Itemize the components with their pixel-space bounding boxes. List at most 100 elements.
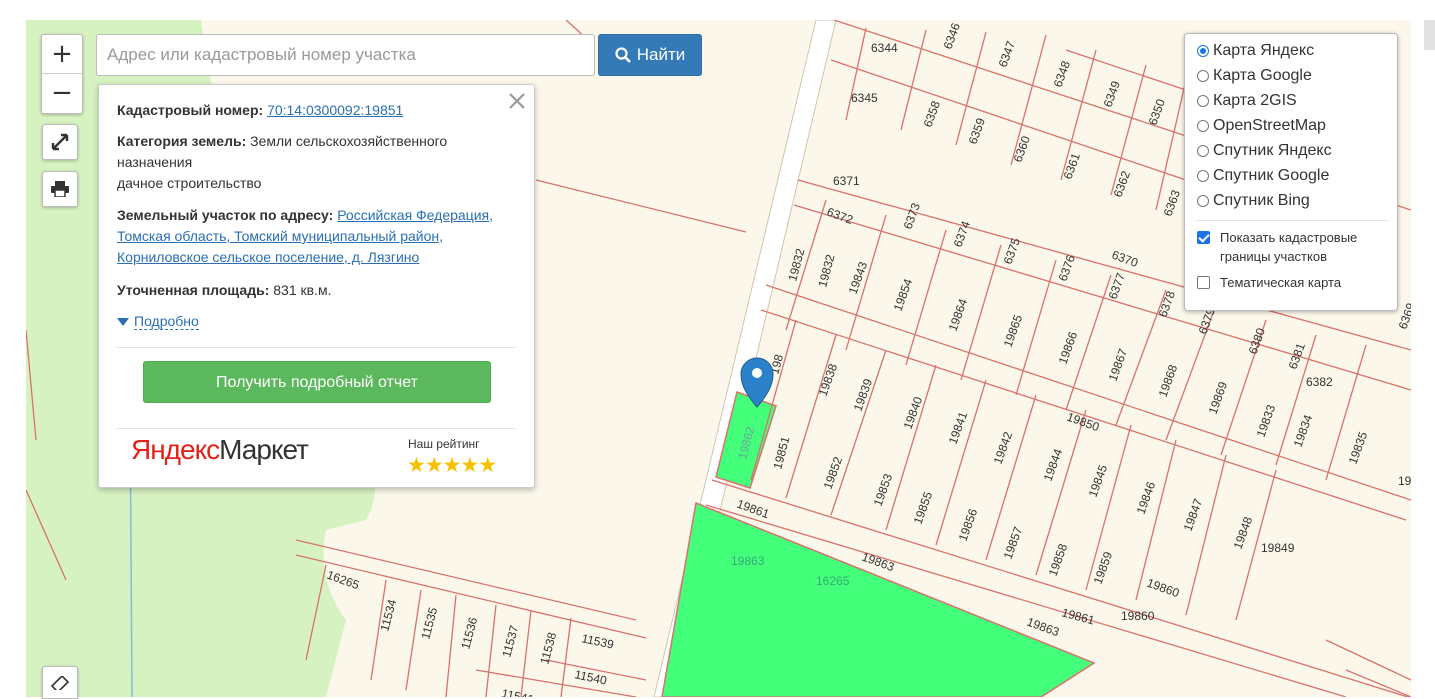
parcel-label: 19836 (1398, 474, 1411, 488)
parcel-label: 19838 (816, 362, 841, 398)
parcel-label: 6380 (1246, 326, 1268, 356)
layer-google-satellite[interactable]: Спутник Google (1197, 165, 1329, 187)
radio-button[interactable] (1197, 45, 1209, 57)
zoom-out-button[interactable]: − (42, 74, 82, 112)
parcel-label: 19844 (1041, 447, 1066, 483)
parcel-label: 6346 (941, 21, 963, 51)
parcel-label: 16265 (816, 574, 850, 588)
radio-button[interactable] (1197, 95, 1209, 107)
search-button[interactable]: Найти (598, 34, 702, 76)
parcel-label: 11538 (537, 630, 559, 665)
map-layers-panel: Карта Яндекс Карта Google Карта 2GIS Ope… (1184, 33, 1398, 311)
divider (117, 347, 516, 348)
triangle-down-icon (117, 317, 129, 326)
expand-icon (51, 133, 69, 151)
layer-yandex-satellite[interactable]: Спутник Яндекс (1197, 140, 1332, 162)
land-use-value: дачное строительство (117, 175, 262, 191)
parcel-label: 6348 (1051, 59, 1073, 89)
search-icon (615, 47, 631, 63)
radio-button[interactable] (1197, 170, 1209, 182)
cadastral-number-link[interactable]: 70:14:0300092:19851 (267, 102, 403, 118)
parcel-label: 19835 (1346, 430, 1371, 466)
parcel-label: 19849 (1261, 541, 1295, 555)
layer-2gis-map[interactable]: Карта 2GIS (1197, 90, 1297, 112)
parcel-label: 19867 (1106, 347, 1131, 383)
scrollbar-thumb[interactable] (1424, 20, 1435, 50)
parcel-label: 19859 (1091, 550, 1116, 586)
area-value: 831 кв.м. (273, 282, 332, 298)
parcel-label: 19858 (1046, 542, 1071, 578)
parcel-label: 19843 (846, 260, 871, 296)
parcel-label: 6360 (1011, 134, 1033, 164)
details-link[interactable]: Подробно (134, 313, 199, 330)
layer-openstreetmap[interactable]: OpenStreetMap (1197, 115, 1326, 137)
parcel-label: 6372 (825, 205, 855, 227)
cadastral-number-label: Кадастровый номер: (117, 102, 264, 118)
parcel-label: 6376 (1056, 253, 1078, 283)
layer-bing-satellite[interactable]: Спутник Bing (1197, 190, 1310, 212)
checkbox[interactable] (1197, 276, 1210, 289)
radio-button[interactable] (1197, 120, 1209, 132)
toggle-thematic-map[interactable]: Тематическая карта (1197, 273, 1341, 292)
scrollbar-track[interactable] (1411, 20, 1435, 697)
parcel-label: 19860 (1145, 576, 1181, 601)
layer-yandex-map[interactable]: Карта Яндекс (1197, 40, 1314, 62)
rating-stars-icon: ★★★★★ (407, 453, 497, 477)
cadastral-number-row: Кадастровый номер: 70:14:0300092:19851 (117, 100, 512, 121)
parcel-label: 19832 (815, 253, 837, 289)
address-label: Земельный участок по адресу: (117, 207, 334, 223)
parcel-label: 11534 (377, 597, 399, 632)
land-category-row: Категория земель: Земли сельскохозяйстве… (117, 131, 512, 194)
search-input[interactable] (96, 34, 595, 76)
ruler-icon (50, 675, 70, 690)
details-toggle[interactable]: Подробно (117, 313, 199, 330)
print-button[interactable] (42, 171, 78, 207)
parcel-label: 19853 (871, 472, 896, 508)
parcel-label: 19866 (1056, 330, 1081, 366)
radio-button[interactable] (1197, 145, 1209, 157)
parcel-label: 6363 (1161, 188, 1183, 218)
parcel-label: 19855 (911, 490, 936, 526)
parcel-label: 11541 (500, 686, 535, 697)
fullscreen-button[interactable] (42, 124, 78, 160)
parcel-label: 19854 (891, 277, 916, 313)
parcel-label: 6350 (1146, 97, 1168, 127)
parcel-label: 19841 (946, 410, 971, 446)
radio-button[interactable] (1197, 195, 1209, 207)
radio-button[interactable] (1197, 70, 1209, 82)
parcel-label: 11536 (458, 615, 480, 650)
layer-label: Карта 2GIS (1213, 92, 1297, 109)
toggle-cadastral-borders[interactable]: Показать кадастровые границы участков (1197, 228, 1387, 266)
parcel-label: 6382 (1306, 375, 1333, 389)
get-report-button[interactable]: Получить подробный отчет (143, 361, 491, 403)
layer-label: Карта Яндекс (1213, 42, 1315, 59)
parcel-label: 6362 (1111, 169, 1133, 199)
parcel-label: 6371 (833, 174, 860, 188)
yandex-logo-text: Яндекс (131, 434, 220, 465)
parcel-label: 6344 (871, 41, 898, 55)
overlay-label: Тематическая карта (1220, 275, 1342, 290)
parcel-label: 11537 (499, 623, 521, 658)
zoom-in-button[interactable]: + (42, 35, 82, 74)
checkbox[interactable] (1197, 231, 1210, 244)
parcel-label: 6378 (1156, 289, 1178, 319)
yandex-market-logo[interactable]: ЯндексМаркет (131, 436, 309, 464)
zoom-control: + − (41, 34, 83, 114)
layer-google-map[interactable]: Карта Google (1197, 65, 1312, 87)
layer-label: Спутник Яндекс (1213, 142, 1332, 159)
parcel-info-popup: Кадастровый номер: 70:14:0300092:19851 К… (98, 84, 535, 488)
land-category-label: Категория земель: (117, 133, 247, 149)
parcel-label: 6381 (1286, 341, 1308, 371)
parcel-label: 19865 (1001, 313, 1026, 349)
layer-label: Спутник Bing (1213, 192, 1310, 209)
parcel-label: 19868 (1156, 363, 1181, 399)
parcel-label: 6361 (1061, 151, 1083, 181)
parcel-label: 19832 (785, 247, 807, 283)
layer-label: OpenStreetMap (1213, 117, 1326, 134)
parcel-label: 6375 (1001, 236, 1023, 266)
parcel-label: 19856 (956, 507, 981, 543)
area-row: Уточненная площадь: 831 кв.м. (117, 280, 512, 301)
parcel-label: 6349 (1101, 79, 1123, 109)
parcel-label: 11535 (418, 605, 440, 640)
ruler-button[interactable] (42, 666, 78, 699)
